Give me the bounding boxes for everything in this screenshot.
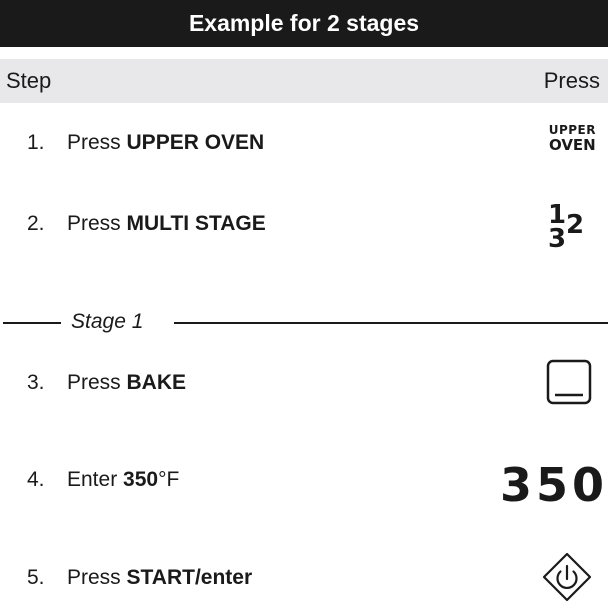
step-1: 1. Press UPPER OVEN xyxy=(27,131,264,155)
stage-label: Stage 1 xyxy=(71,310,144,333)
step-number: 4. xyxy=(27,468,45,491)
temperature-display-icon: 350 xyxy=(499,458,608,512)
step-number: 5. xyxy=(27,566,45,589)
step-5: 5. Press START/enter xyxy=(27,566,252,590)
step-number: 2. xyxy=(27,212,45,235)
step-4: 4. Enter 350°F xyxy=(27,468,179,492)
step-key-name: START/enter xyxy=(126,566,253,589)
bake-key-icon xyxy=(546,359,592,405)
start-enter-key-icon xyxy=(542,552,592,602)
step-number: 1. xyxy=(27,131,45,154)
step-2: 2. Press MULTI STAGE xyxy=(27,212,266,236)
divider-line xyxy=(3,322,61,324)
step-3: 3. Press BAKE xyxy=(27,371,186,395)
press-column-header: Press xyxy=(543,68,600,93)
multi-stage-digit-2: 2 xyxy=(566,210,585,240)
divider-line xyxy=(174,322,608,324)
step-verb: Press xyxy=(67,212,127,235)
step-verb: Press xyxy=(67,371,127,394)
step-column-header: Step xyxy=(6,68,52,93)
stage-divider: Stage 1 xyxy=(0,310,608,334)
multi-stage-digit-3: 3 xyxy=(548,224,567,254)
step-number: 3. xyxy=(27,371,45,394)
step-suffix: °F xyxy=(158,468,180,491)
upper-oven-icon-line1: UPPER xyxy=(548,123,596,137)
step-verb: Press xyxy=(67,131,127,154)
step-verb: Enter xyxy=(67,468,124,491)
upper-oven-icon-line2: OVEN xyxy=(548,136,596,154)
step-key-name: MULTI STAGE xyxy=(126,212,266,235)
page-title: Example for 2 stages xyxy=(0,0,608,47)
step-key-name: UPPER OVEN xyxy=(126,131,265,154)
upper-oven-key-icon: UPPER OVEN xyxy=(549,124,596,153)
step-verb: Press xyxy=(67,566,127,589)
table-header: Step Press xyxy=(0,59,608,103)
step-key-name: 350 xyxy=(123,468,159,491)
step-key-name: BAKE xyxy=(126,371,187,394)
multi-stage-key-icon: 1 2 3 xyxy=(546,202,588,258)
